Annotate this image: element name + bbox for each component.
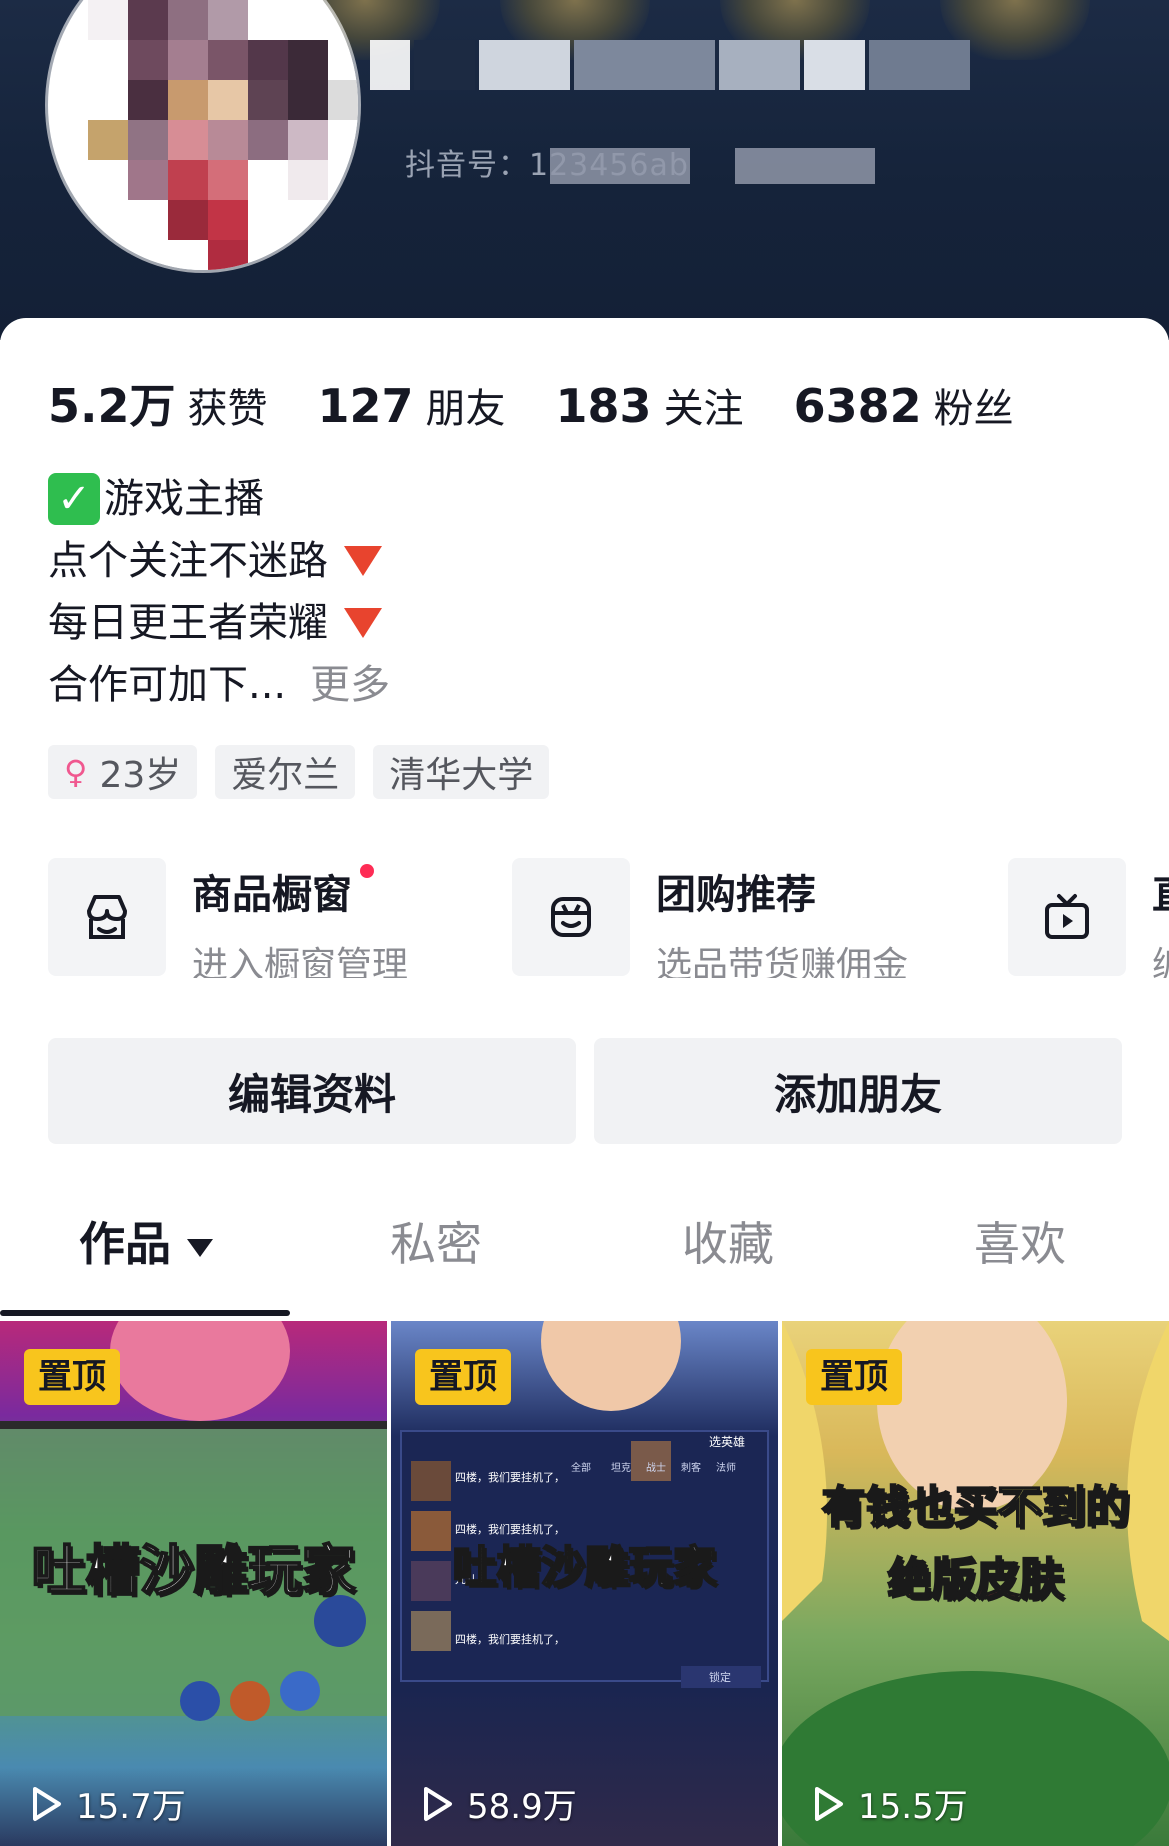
stat-label: 粉丝 [933, 386, 1014, 432]
view-count: 15.7万 [30, 1779, 186, 1828]
video-thumbnail[interactable]: 选英雄 全部 坦克 战士 刺客 法师 四楼，我们要挂机了， 四楼，我们要挂机了，… [391, 1321, 778, 1846]
ui-label: 战士 [646, 1463, 666, 1474]
ui-label: 锁定 [709, 1671, 731, 1684]
service-store[interactable]: 商品橱窗 进入橱窗管理 [48, 858, 408, 978]
stat-following[interactable]: 183 关注 [556, 376, 744, 434]
red-triangle-icon [344, 546, 382, 576]
bio-line: 每日更王者荣耀 [48, 600, 328, 646]
ui-label: 四楼，我们要挂机了， [455, 1633, 565, 1646]
stat-number: 5.2万 [48, 379, 176, 433]
service-subtitle: 编 [1152, 936, 1169, 978]
thumbnail-title: 吐槽沙雕玩家 [31, 1538, 357, 1603]
tab-works[interactable]: 作品 [0, 1198, 292, 1298]
view-count: 58.9万 [421, 1779, 577, 1828]
age-text: 23岁 [99, 755, 182, 796]
age-tag: ♀ 23岁 [48, 745, 198, 799]
check-mark-icon: ✓ [48, 473, 100, 525]
stat-label: 朋友 [425, 386, 506, 432]
service-group-buy[interactable]: 团购推荐 选品带货赚佣金 [512, 858, 908, 978]
stat-likes[interactable]: 5.2万 获赞 [48, 370, 268, 436]
bio-line: 游戏主播 [104, 476, 264, 522]
pinned-badge: 置顶 [415, 1349, 511, 1405]
female-icon: ♀ [64, 753, 88, 791]
service-subtitle: 选品带货赚佣金 [656, 945, 909, 978]
location-tag: 爱尔兰 [215, 745, 356, 799]
ui-label: 选英雄 [709, 1435, 746, 1449]
play-icon [33, 1786, 61, 1821]
service-subtitle: 进入橱窗管理 [192, 945, 409, 978]
store-icon [48, 858, 166, 976]
video-thumbnail[interactable]: 置顶 吐槽沙雕玩家 15.7万 [0, 1321, 387, 1846]
school-tag: 清华大学 [373, 745, 550, 799]
view-count: 15.5万 [812, 1779, 968, 1828]
stat-friends[interactable]: 127 朋友 [318, 376, 506, 434]
play-icon [815, 1786, 843, 1821]
ui-label: 坦克 [611, 1463, 631, 1474]
ui-label: 四楼，我们要挂机了， [455, 1471, 565, 1484]
ui-label: 全部 [571, 1463, 591, 1474]
tab-likes[interactable]: 喜欢 [874, 1198, 1166, 1298]
service-live[interactable]: 直 编 [1008, 858, 1169, 978]
nickname-blurred [370, 40, 970, 100]
profile-banner: 抖音号：123456ab [0, 0, 1169, 340]
id-blur [735, 148, 875, 184]
bio-line: 合作可加下... [48, 662, 287, 708]
stat-number: 183 [555, 379, 652, 433]
video-grid: 置顶 吐槽沙雕玩家 15.7万 选英雄 全部 坦克 战士 刺客 法师 四楼，我们… [0, 1321, 1169, 1846]
tv-icon [1008, 858, 1126, 976]
view-count-text: 15.5万 [858, 1787, 968, 1827]
bio-line: 点个关注不迷路 [48, 538, 328, 584]
pinned-badge: 置顶 [24, 1349, 120, 1405]
thumbnail-title: 有钱也买不到的 [821, 1481, 1131, 1534]
tab-underline [0, 1310, 290, 1316]
services-row: 商品橱窗 进入橱窗管理 团购推荐 选品带货赚佣金 直 编 [48, 858, 1169, 978]
content-tabs: 作品 私密 收藏 喜欢 [0, 1198, 1169, 1298]
video-thumbnail[interactable]: 置顶 有钱也买不到的 绝版皮肤 15.5万 [782, 1321, 1169, 1846]
add-friend-button[interactable]: 添加朋友 [594, 1038, 1122, 1144]
stat-label: 关注 [663, 386, 744, 432]
dropdown-arrow-icon [187, 1238, 213, 1257]
service-title: 直 [1152, 862, 1169, 920]
more-link[interactable]: 更多 [310, 654, 390, 716]
id-blur [550, 148, 690, 184]
service-title: 团购推荐 [656, 872, 816, 918]
ui-label: 法师 [716, 1463, 736, 1474]
stat-number: 127 [317, 379, 414, 433]
ui-label: 刺客 [681, 1463, 701, 1474]
red-triangle-icon [344, 608, 382, 638]
notification-dot [360, 864, 374, 878]
stats-row: 5.2万 获赞 127 朋友 183 关注 6382 粉丝 [48, 370, 1064, 436]
tab-private[interactable]: 私密 [290, 1198, 582, 1298]
view-count-text: 58.9万 [467, 1787, 577, 1827]
group-buy-icon [512, 858, 630, 976]
avatar[interactable] [48, 0, 358, 270]
thumbnail-title: 绝版皮肤 [887, 1553, 1065, 1606]
view-count-text: 15.7万 [76, 1787, 186, 1827]
stat-number: 6382 [793, 379, 922, 433]
play-icon [424, 1786, 452, 1821]
stat-followers[interactable]: 6382 粉丝 [794, 376, 1014, 434]
edit-profile-button[interactable]: 编辑资料 [48, 1038, 576, 1144]
stat-label: 获赞 [187, 386, 268, 432]
profile-tags: ♀ 23岁 爱尔兰 清华大学 [48, 745, 550, 799]
profile-card: 5.2万 获赞 127 朋友 183 关注 6382 粉丝 ✓ 游戏主播 点个关… [0, 318, 1169, 1846]
pinned-badge: 置顶 [806, 1349, 902, 1405]
tab-label: 作品 [79, 1217, 171, 1271]
thumbnail-title: 吐槽沙雕玩家 [452, 1541, 718, 1594]
tab-favorites[interactable]: 收藏 [582, 1198, 874, 1298]
bio[interactable]: ✓ 游戏主播 点个关注不迷路 每日更王者荣耀 合作可加下... 更多 [48, 468, 390, 716]
service-title: 商品橱窗 [192, 862, 374, 920]
